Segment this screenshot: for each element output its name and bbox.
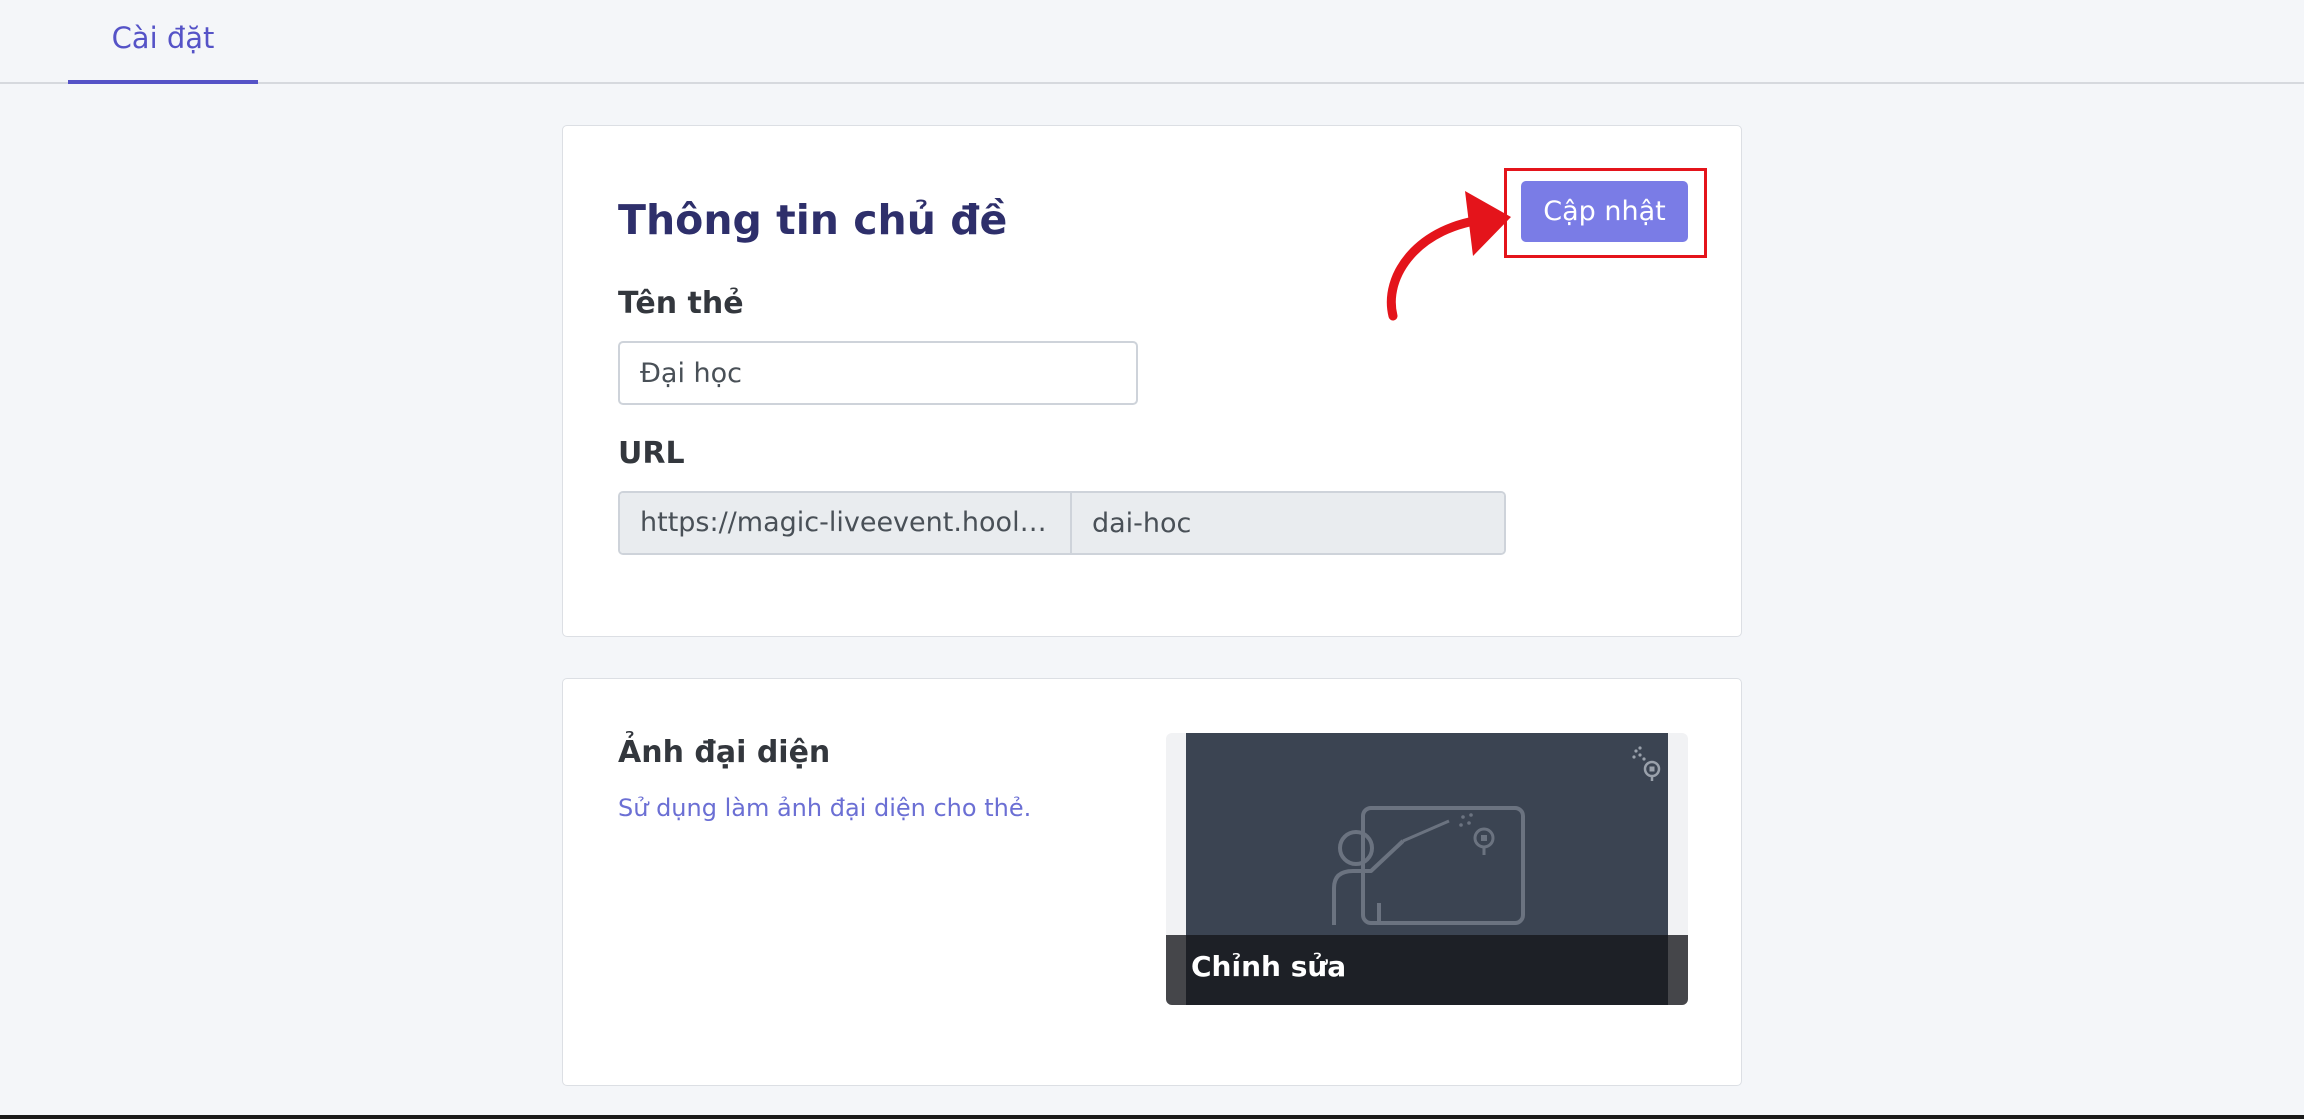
name-input[interactable] — [618, 341, 1138, 405]
avatar-title: Ảnh đại diện — [618, 735, 831, 770]
topic-info-card: Thông tin chủ đề Cập nhật Tên thẻ URL ht… — [562, 125, 1742, 637]
annotation-arrow-icon — [1386, 191, 1511, 321]
url-input-group: https://magic-liveevent.hoola... — [618, 491, 1506, 555]
section-title: Thông tin chủ đề — [618, 196, 1008, 244]
tab-settings[interactable]: Cài đặt — [68, 0, 258, 84]
url-label: URL — [618, 436, 685, 471]
avatar-card: Ảnh đại diện Sử dụng làm ảnh đại diện ch… — [562, 678, 1742, 1086]
edit-avatar-button[interactable]: Chỉnh sửa — [1191, 950, 1346, 983]
avatar-description: Sử dụng làm ảnh đại diện cho thẻ. — [618, 794, 1032, 822]
tab-bar: Cài đặt — [0, 0, 2304, 84]
presentation-board-icon — [1332, 806, 1525, 925]
lightbulb-icon — [1632, 746, 1661, 781]
avatar-thumbnail[interactable]: Chỉnh sửa — [1166, 733, 1688, 1005]
url-prefix: https://magic-liveevent.hoola... — [620, 493, 1072, 553]
update-button[interactable]: Cập nhật — [1521, 181, 1688, 242]
bottom-bar — [0, 1115, 2304, 1119]
name-label: Tên thẻ — [618, 286, 744, 321]
url-slug-input[interactable] — [1072, 493, 1504, 553]
